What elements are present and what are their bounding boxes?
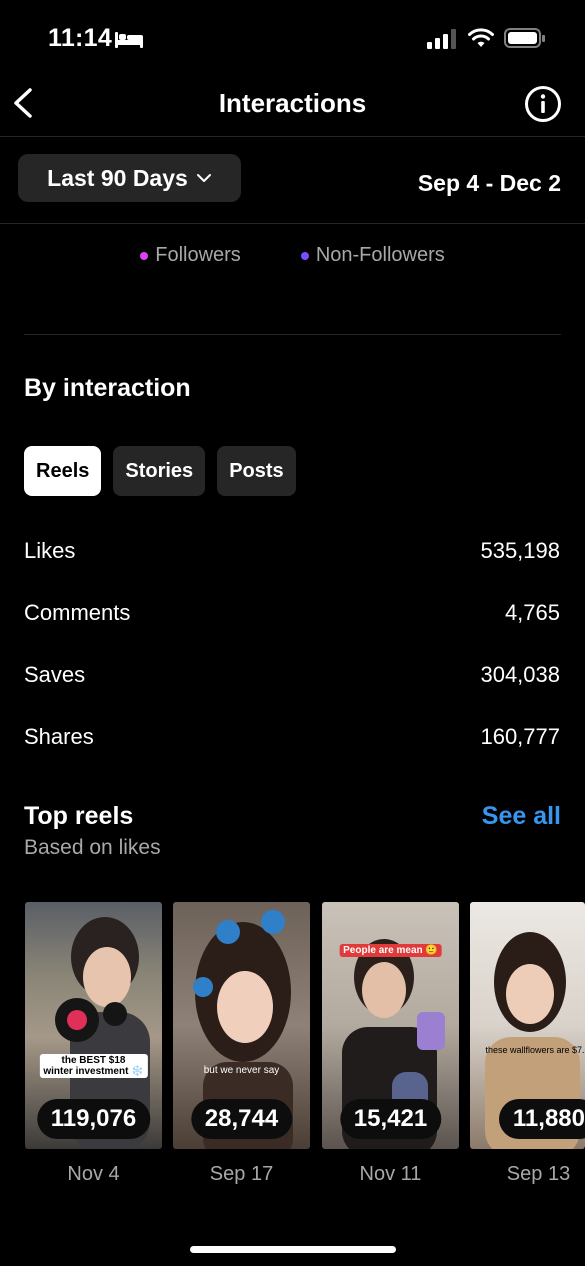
tab-reels[interactable]: Reels [24, 446, 102, 496]
home-indicator [190, 1246, 396, 1253]
chevron-down-icon [196, 174, 211, 182]
tab-posts[interactable]: Posts [217, 446, 296, 496]
see-all-link[interactable]: See all [482, 802, 561, 831]
followers-dot [140, 251, 149, 260]
reel-thumbnail[interactable]: these wallflowers are $7.95 11,880 [470, 902, 585, 1149]
non-followers-dot [300, 251, 309, 260]
metric-label: Comments [24, 600, 131, 625]
cellular-signal-icon [427, 29, 456, 49]
date-range-label: Last 90 Days [47, 164, 188, 191]
reel-caption: but we never say [203, 1065, 280, 1076]
metric-value: 535,198 [480, 538, 560, 563]
header-divider [0, 136, 585, 137]
section-title-top-reels: Top reels [24, 802, 134, 830]
metric-label: Shares [24, 724, 94, 749]
reel-caption: the BEST $18 winter investment ❄️ [39, 1054, 148, 1078]
legend-label: Followers [155, 244, 241, 266]
section-title-by-interaction: By interaction [24, 374, 191, 402]
metric-value: 4,765 [504, 600, 560, 625]
status-time: 11:14 [48, 24, 113, 52]
legend-divider [24, 334, 561, 335]
tab-stories[interactable]: Stories [113, 446, 206, 496]
metric-row-saves: Saves 304,038 [24, 662, 560, 688]
content-type-tabs: Reels Stories Posts [24, 446, 296, 496]
date-range-dropdown[interactable]: Last 90 Days [18, 154, 241, 202]
reel-date: Sep 13 [506, 1163, 571, 1185]
reel-date: Sep 17 [209, 1163, 274, 1185]
legend-item-non-followers: Non-Followers [300, 244, 445, 267]
reel-thumbnail[interactable]: but we never say 28,744 [173, 902, 310, 1149]
reel-thumbnail[interactable]: People are mean 🙂 15,421 [322, 902, 459, 1149]
sleep-focus-icon [115, 32, 143, 48]
metric-row-comments: Comments 4,765 [24, 600, 560, 626]
info-icon[interactable] [524, 85, 562, 123]
metric-label: Likes [24, 538, 76, 563]
reel-like-count: 15,421 [339, 1099, 442, 1139]
page-title: Interactions [218, 88, 367, 118]
date-range-text: Sep 4 - Dec 2 [417, 170, 561, 196]
wifi-icon [468, 28, 494, 47]
metric-row-shares: Shares 160,777 [24, 724, 560, 750]
metric-row-likes: Likes 535,198 [24, 538, 560, 564]
reel-like-count: 11,880 [498, 1099, 585, 1139]
filter-divider [0, 223, 585, 224]
reel-date: Nov 11 [359, 1163, 422, 1185]
legend-item-followers: Followers [140, 244, 241, 267]
reel-caption: these wallflowers are $7.95 [485, 1045, 585, 1055]
battery-icon [504, 28, 545, 48]
reel-caption: People are mean 🙂 [339, 944, 442, 957]
chart-legend: Followers Non-Followers [0, 244, 585, 267]
metric-label: Saves [24, 662, 86, 687]
reel-like-count: 28,744 [190, 1099, 293, 1139]
metric-value: 304,038 [480, 662, 560, 687]
reel-date: Nov 4 [67, 1163, 120, 1185]
metric-value: 160,777 [480, 724, 560, 749]
section-subtitle: Based on likes [24, 836, 161, 859]
reel-thumbnail[interactable]: the BEST $18 winter investment ❄️ 119,07… [25, 902, 162, 1149]
legend-label: Non-Followers [315, 244, 445, 266]
reel-like-count: 119,076 [36, 1099, 151, 1139]
